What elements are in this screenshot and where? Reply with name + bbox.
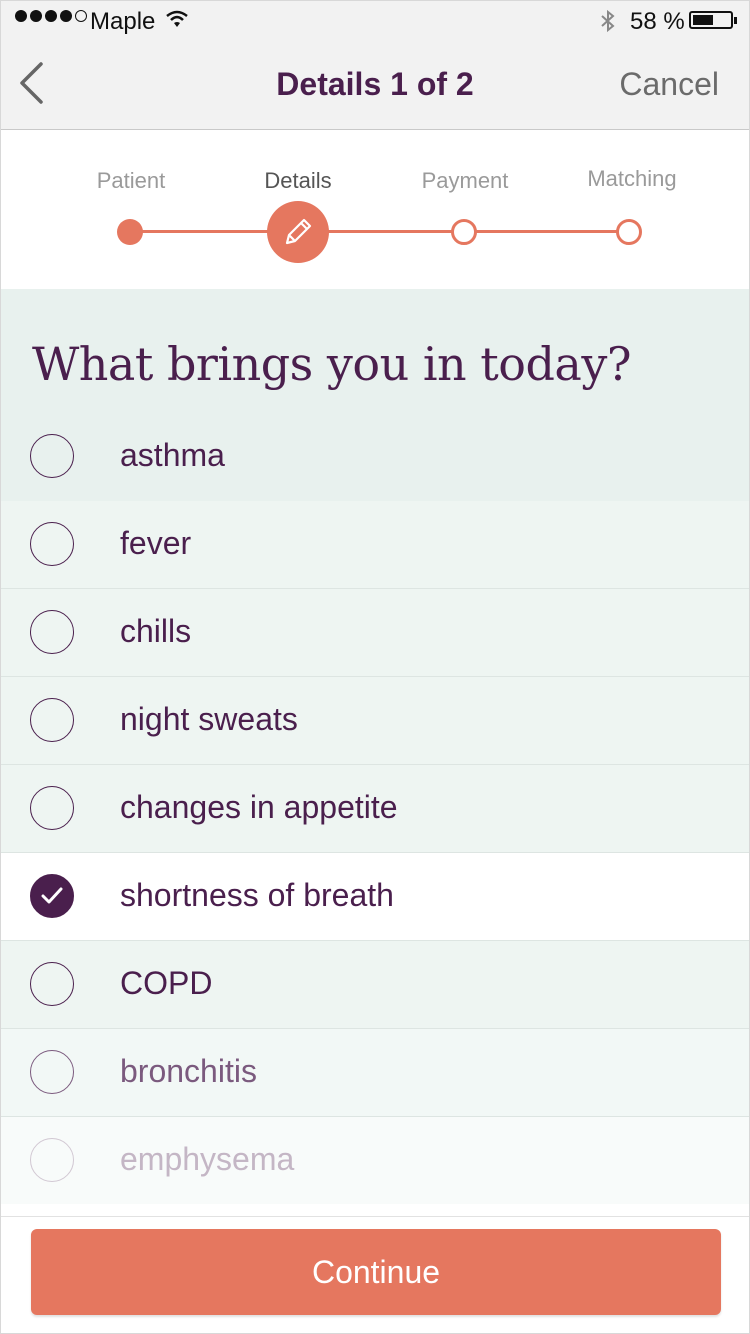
pencil-icon bbox=[285, 218, 312, 245]
step-node-payment bbox=[451, 219, 477, 245]
battery-icon bbox=[689, 11, 737, 29]
radio-unchecked-icon[interactable] bbox=[30, 434, 74, 478]
option-label: fever bbox=[120, 525, 192, 561]
carrier-name: Maple bbox=[90, 8, 156, 35]
app-screen: Maple 58 % Details 1 of 2 Cancel Patient… bbox=[0, 0, 750, 1334]
radio-unchecked-icon[interactable] bbox=[30, 1050, 74, 1094]
question-heading: What brings you in today? bbox=[32, 337, 631, 391]
checkmark-icon bbox=[41, 887, 63, 904]
step-node-matching bbox=[616, 219, 642, 245]
radio-unchecked-icon[interactable] bbox=[30, 698, 74, 742]
status-bar: Maple 58 % bbox=[1, 1, 749, 41]
radio-unchecked-icon[interactable] bbox=[30, 786, 74, 830]
option-label: emphysema bbox=[120, 1141, 295, 1177]
bluetooth-icon bbox=[601, 9, 615, 33]
step-node-patient bbox=[117, 219, 143, 245]
footer-bar: Continue bbox=[1, 1216, 749, 1333]
step-label-details: Details bbox=[264, 168, 332, 193]
option-label: changes in appetite bbox=[120, 789, 398, 825]
option-bronchitis[interactable]: bronchitis bbox=[1, 1029, 749, 1117]
radio-unchecked-icon[interactable] bbox=[30, 610, 74, 654]
step-node-details bbox=[267, 201, 329, 263]
navigation-bar: Details 1 of 2 Cancel bbox=[1, 41, 749, 130]
option-copd[interactable]: COPD bbox=[1, 941, 749, 1029]
option-label: shortness of breath bbox=[120, 877, 394, 913]
battery-percent: 58 % bbox=[630, 8, 685, 35]
option-asthma[interactable]: asthma bbox=[1, 413, 749, 500]
option-changes-in-appetite[interactable]: changes in appetite bbox=[1, 765, 749, 853]
wifi-icon bbox=[166, 10, 188, 27]
step-label-patient: Patient bbox=[96, 168, 166, 193]
option-shortness-of-breath[interactable]: shortness of breath bbox=[1, 853, 749, 941]
progress-stepper: Patient Details Payment Matching bbox=[1, 130, 749, 289]
signal-strength-icon bbox=[15, 10, 87, 22]
option-label: asthma bbox=[120, 437, 225, 473]
option-label: night sweats bbox=[120, 701, 298, 737]
option-chills[interactable]: chills bbox=[1, 589, 749, 677]
step-label-payment: Payment bbox=[421, 168, 509, 193]
continue-button[interactable]: Continue bbox=[31, 1229, 721, 1315]
option-night-sweats[interactable]: night sweats bbox=[1, 677, 749, 765]
radio-unchecked-icon[interactable] bbox=[30, 962, 74, 1006]
stepper-line bbox=[129, 230, 629, 233]
option-emphysema[interactable]: emphysema bbox=[1, 1117, 749, 1204]
option-label: COPD bbox=[120, 965, 213, 1001]
step-label-matching: Matching bbox=[587, 166, 677, 191]
cancel-button[interactable]: Cancel bbox=[619, 66, 719, 103]
radio-unchecked-icon[interactable] bbox=[30, 522, 74, 566]
option-fever[interactable]: fever bbox=[1, 501, 749, 589]
radio-unchecked-icon[interactable] bbox=[30, 1138, 74, 1182]
radio-checked-icon[interactable] bbox=[30, 874, 74, 918]
option-label: chills bbox=[120, 613, 192, 649]
option-label: bronchitis bbox=[120, 1053, 257, 1089]
